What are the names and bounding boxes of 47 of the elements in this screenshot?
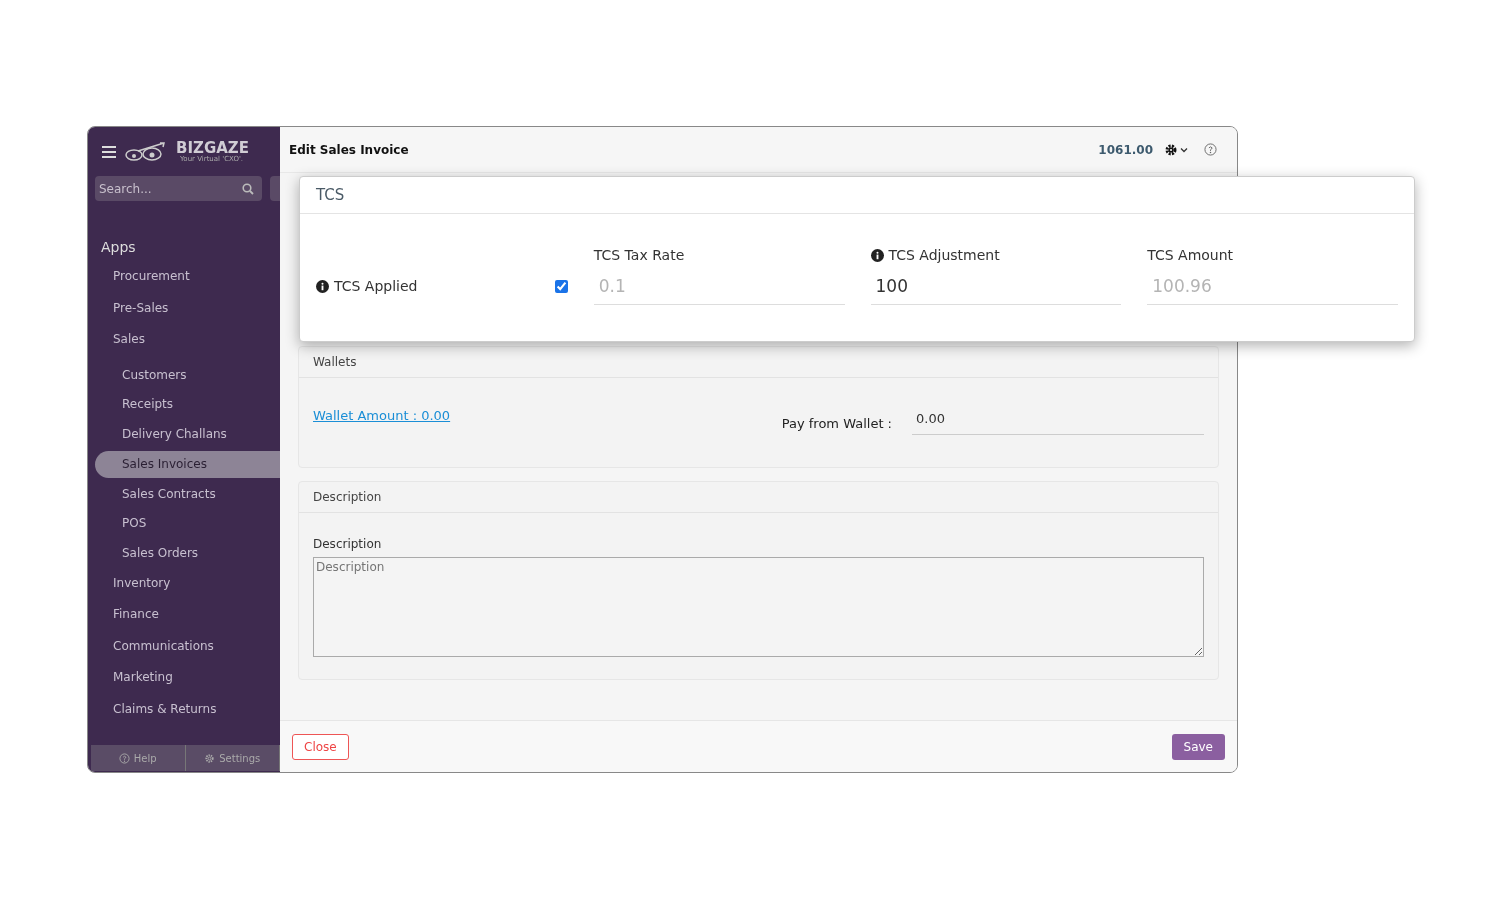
page-title: Edit Sales Invoice	[289, 142, 410, 157]
field-label: Description	[313, 537, 383, 551]
nav-item[interactable]: Communications	[88, 638, 280, 671]
brand-logo-text: BIZGAZE	[176, 141, 249, 156]
field-label: TCS Adjustment	[888, 247, 1000, 263]
nav-subitem[interactable]: Sales Contracts	[88, 482, 280, 505]
dialog-title: TCS	[300, 177, 1414, 214]
field-label: TCS Applied	[334, 278, 419, 294]
search-field[interactable]: Search...	[95, 176, 262, 201]
info-icon	[316, 279, 329, 293]
nav-item[interactable]: Finance	[88, 607, 280, 639]
card-title: Wallets	[299, 347, 1218, 378]
nav-subitem[interactable]: Customers	[88, 363, 280, 386]
eyes-logo-icon	[124, 141, 168, 163]
gear-icon	[204, 752, 216, 764]
nav-item[interactable]: Procurement	[88, 269, 280, 301]
tcs-applied-checkbox[interactable]	[554, 279, 568, 293]
nav-subitem[interactable]: Sales Invoices	[95, 450, 280, 478]
nav-section-title: Apps	[100, 239, 137, 257]
nav-subitem[interactable]: Sales Orders	[88, 541, 280, 564]
info-icon	[870, 248, 884, 262]
caret-icon	[1180, 146, 1188, 153]
sidebar-footer-button[interactable]: Help	[91, 745, 186, 771]
description-field[interactable]: Description	[313, 557, 1204, 657]
settings-dropdown[interactable]	[1165, 143, 1188, 156]
total-amount: 1061.00	[1098, 142, 1153, 157]
nav-item[interactable]: Inventory	[88, 575, 280, 608]
help-icon[interactable]	[1204, 143, 1217, 156]
input-field[interactable]: 100	[870, 264, 1122, 305]
search-icon	[242, 183, 254, 195]
nav-subitem[interactable]: Delivery Challans	[88, 422, 280, 445]
gear-icon	[1165, 143, 1177, 156]
help-icon	[118, 752, 130, 764]
close-button[interactable]: Close	[292, 733, 349, 760]
menu-icon[interactable]	[102, 146, 116, 158]
save-button[interactable]: Save	[1171, 733, 1225, 760]
field-label: TCS Tax Rate	[593, 247, 685, 263]
nav-item[interactable]: Pre-Sales	[88, 300, 280, 332]
card-title: Description	[299, 482, 1218, 513]
nav-item[interactable]: Sales	[88, 332, 280, 364]
nav-item[interactable]: Claims & Returns	[88, 701, 280, 734]
field-label: Pay from Wallet :	[781, 416, 892, 433]
pay-from-wallet-field[interactable]: 0.00	[912, 411, 1204, 435]
nav-subitem[interactable]: POS	[88, 512, 280, 535]
nav-subitem[interactable]: Receipts	[88, 393, 280, 416]
field-label: TCS Amount	[1147, 247, 1234, 263]
nav-item[interactable]: Marketing	[88, 670, 280, 702]
